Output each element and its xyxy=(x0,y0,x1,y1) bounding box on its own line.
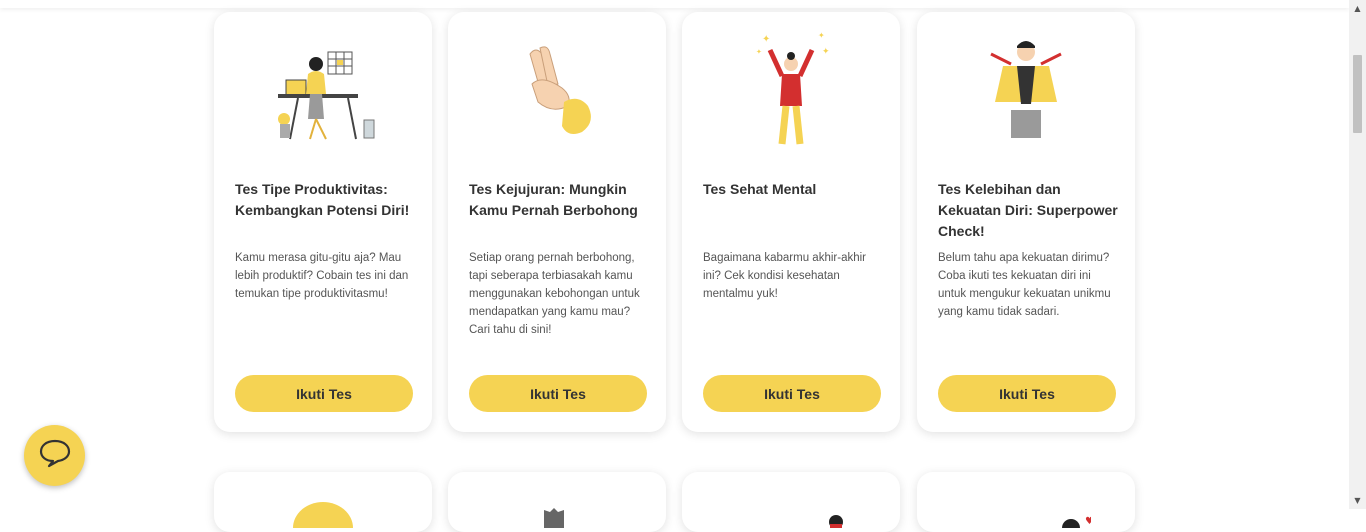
test-card-description: Belum tahu apa kekuatan dirimu? Coba iku… xyxy=(938,252,1111,318)
test-card-productivity: Tes Tipe Produktivitas: Kembangkan Poten… xyxy=(214,12,432,432)
gear-illustration xyxy=(448,488,666,528)
coin-illustration xyxy=(214,488,432,528)
test-card-description: Bagaimana kabarmu akhir-akhir ini? Cek k… xyxy=(703,252,866,300)
test-card-description: Kamu merasa gitu-gitu aja? Mau lebih pro… xyxy=(235,252,409,300)
top-header-bar xyxy=(0,0,1349,8)
scrollbar-thumb[interactable] xyxy=(1353,55,1362,133)
test-card-honesty: Tes Kejujuran: Mungkin Kamu Pernah Berbo… xyxy=(448,12,666,432)
test-card-title: Tes Sehat Mental xyxy=(703,181,817,197)
start-test-button[interactable]: Ikuti Tes xyxy=(235,375,413,412)
test-card-description: Setiap orang pernah berbohong, tapi sebe… xyxy=(469,252,640,336)
svg-text:✦: ✦ xyxy=(822,46,830,56)
test-card-title: Tes Tipe Produktivitas: Kembangkan Poten… xyxy=(235,181,410,218)
start-test-button[interactable]: Ikuti Tes xyxy=(703,375,881,412)
test-card-title: Tes Kejujuran: Mungkin Kamu Pernah Berbo… xyxy=(469,181,638,218)
test-card-row2-1 xyxy=(214,472,432,532)
test-card-superpower: Tes Kelebihan dan Kekuatan Diri: Superpo… xyxy=(917,12,1135,432)
test-card-row2-2 xyxy=(448,472,666,532)
start-test-button[interactable]: Ikuti Tes xyxy=(938,375,1116,412)
cheering-person-illustration: ✦ ✦ ✦ ✦ xyxy=(682,24,900,145)
start-test-button[interactable]: Ikuti Tes xyxy=(469,375,647,412)
chat-bubble-icon xyxy=(38,438,72,473)
svg-text:♥: ♥ xyxy=(1085,516,1091,527)
test-card-row2-3 xyxy=(682,472,900,532)
test-card-title: Tes Kelebihan dan Kekuatan Diri: Superpo… xyxy=(938,181,1118,239)
svg-text:✦: ✦ xyxy=(762,34,770,45)
scroll-up-arrow-icon[interactable]: ▲ xyxy=(1349,0,1366,17)
crossed-fingers-illustration xyxy=(448,24,666,144)
test-card-mental-health: ✦ ✦ ✦ ✦ Tes Sehat Mental Bagaimana kabar… xyxy=(682,12,900,432)
person-at-desk-illustration xyxy=(214,24,432,144)
chat-button[interactable] xyxy=(24,425,85,486)
couple-heart-illustration: ♥ xyxy=(917,488,1135,528)
person-illustration xyxy=(682,488,900,528)
superhero-illustration xyxy=(917,24,1135,144)
test-card-row2-4: ♥ xyxy=(917,472,1135,532)
svg-text:✦: ✦ xyxy=(818,31,825,40)
scroll-down-arrow-icon[interactable]: ▼ xyxy=(1349,492,1366,509)
vertical-scrollbar[interactable]: ▲ ▼ xyxy=(1349,0,1366,509)
svg-text:✦: ✦ xyxy=(756,48,762,56)
